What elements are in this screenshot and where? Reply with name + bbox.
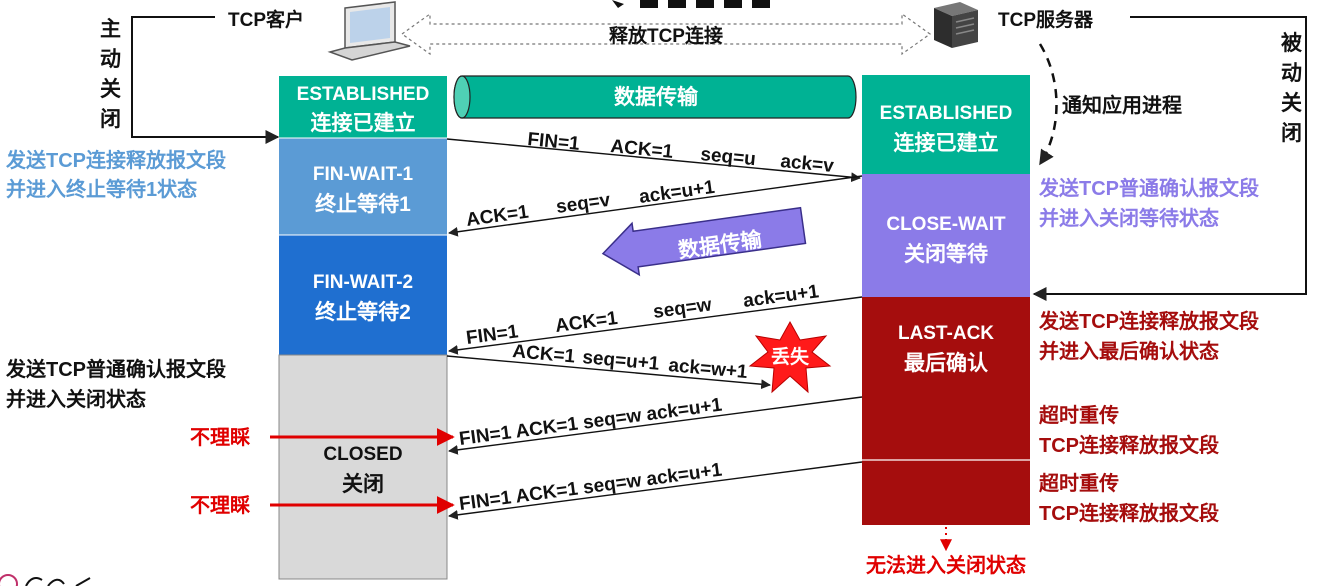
server-state-close-wait (862, 174, 1030, 297)
client-state-fin-wait-2-line2: 终止等待2 (315, 300, 411, 324)
active-close-char-1: 主 (100, 18, 121, 41)
server-state-close-wait-line2: 关闭等待 (904, 242, 988, 266)
retrans-note-3: 超时重传 (1038, 471, 1119, 495)
client-state-fin-wait-2 (279, 235, 447, 355)
server-fin-note-2: 并进入最后确认状态 (1039, 339, 1219, 363)
active-close-char-3: 关 (100, 77, 121, 101)
release-label: 释放TCP连接 (609, 24, 723, 47)
notify-app-arrow (1038, 43, 1058, 166)
active-close-char-2: 动 (100, 48, 121, 71)
active-close-label: 主 动 关 闭 (100, 18, 121, 131)
diagram-canvas: 释放TCP连接 TCP客户 TCP服务器 主 动 关 闭 被 动 关 闭 通知应… (0, 0, 1307, 586)
msg1-f3: seq=u (700, 144, 757, 170)
passive-close-bracket (1032, 16, 1307, 301)
lost-label: 丢失 (771, 345, 810, 368)
top-cutoff-shapes (612, 0, 770, 8)
client-ack-note-2: 并进入关闭状态 (6, 387, 146, 411)
server-ack-note-1: 发送TCP普通确认报文段 (1038, 176, 1259, 200)
retrans-note-2: TCP连接释放报文段 (1039, 433, 1219, 457)
active-close-char-4: 闭 (100, 108, 121, 131)
msg3-f3: seq=w (652, 294, 713, 322)
server-fin-note-1: 发送TCP连接释放报文段 (1038, 309, 1259, 333)
passive-close-char-3: 关 (1281, 91, 1302, 115)
server-label: TCP服务器 (998, 8, 1094, 31)
client-state-established-line1: ESTABLISHED (297, 84, 430, 105)
active-close-bracket (131, 16, 280, 144)
data-transfer-label-1: 数据传输 (614, 85, 699, 109)
msg4-f1: ACK=1 (512, 341, 577, 368)
client-label: TCP客户 (228, 8, 304, 31)
cannot-close-label: 无法进入关闭状态 (866, 553, 1026, 577)
ignore-label-2: 不理睬 (190, 494, 251, 517)
msg2-f1: ACK=1 (465, 202, 531, 231)
msg2-f2: seq=v (555, 190, 612, 218)
server-state-last-ack-line2: 最后确认 (904, 351, 988, 375)
server-state-last-ack-line1: LAST-ACK (898, 323, 994, 344)
client-state-fin-wait-1-line1: FIN-WAIT-1 (313, 164, 414, 185)
server-state-close-wait-line1: CLOSE-WAIT (886, 214, 1006, 235)
client-state-closed-line1: CLOSED (323, 444, 402, 465)
server-state-established-line2: 连接已建立 (894, 131, 999, 155)
server-state-established (862, 75, 1030, 174)
msg1-f4: ack=v (780, 151, 836, 177)
client-state-fin-wait-2-line1: FIN-WAIT-2 (313, 272, 413, 293)
ignore-label-1: 不理睬 (190, 426, 251, 449)
logo-fragment (0, 574, 91, 586)
msg2-f3: ack=u+1 (638, 177, 717, 208)
msg4-f3: ack=w+1 (668, 355, 749, 383)
server-ack-note-2: 并进入关闭等待状态 (1039, 206, 1219, 230)
client-state-closed (278, 354, 448, 580)
retrans-note-1: 超时重传 (1038, 403, 1119, 427)
passive-close-char-1: 被 (1281, 31, 1303, 55)
client-fin-note-1: 发送TCP连接释放报文段 (5, 148, 226, 172)
notify-app-label: 通知应用进程 (1062, 93, 1182, 117)
passive-close-label: 被 动 关 闭 (1281, 31, 1303, 145)
msg4-f2: seq=u+1 (582, 347, 661, 375)
tcp-release-diagram: 释放TCP连接 TCP客户 TCP服务器 主 动 关 闭 被 动 关 闭 通知应… (0, 0, 1321, 586)
client-fin-note-2: 并进入终止等待1状态 (6, 177, 197, 201)
passive-close-char-4: 闭 (1281, 122, 1302, 145)
msg3-f1: FIN=1 (465, 321, 520, 349)
server-state-established-line1: ESTABLISHED (880, 103, 1013, 124)
client-ack-note-1: 发送TCP普通确认报文段 (5, 357, 226, 381)
server-icon (934, 2, 978, 48)
client-state-fin-wait-1-line2: 终止等待1 (315, 192, 411, 216)
msg1-f1: FIN=1 (527, 129, 581, 155)
client-state-established-line2: 连接已建立 (311, 111, 416, 135)
retrans-note-4: TCP连接释放报文段 (1039, 501, 1219, 525)
passive-close-char-2: 动 (1281, 62, 1302, 85)
msg3-f2: ACK=1 (554, 308, 619, 337)
msg6-label: FIN=1 ACK=1 seq=w ack=u+1 (458, 460, 724, 515)
client-state-closed-line2: 关闭 (342, 472, 384, 496)
client-state-fin-wait-1 (279, 138, 447, 235)
msg5-label: FIN=1 ACK=1 seq=w ack=u+1 (458, 395, 724, 450)
laptop-icon (327, 1, 411, 61)
msg1-f2: ACK=1 (610, 136, 675, 163)
